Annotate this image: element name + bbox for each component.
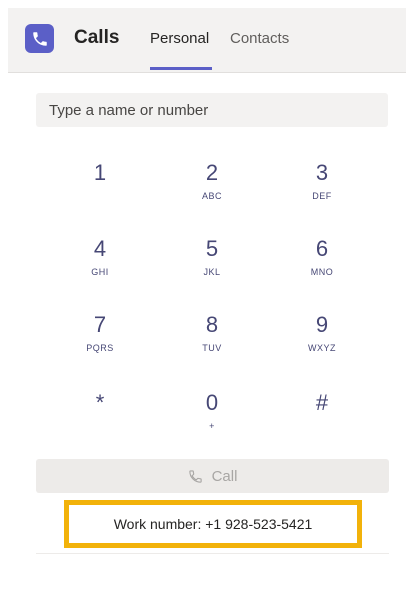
key-letters: PQRS xyxy=(86,343,114,353)
key-digit: 0 xyxy=(205,390,219,415)
key-letters: JKL xyxy=(203,267,221,277)
key-digit: 2 xyxy=(205,160,219,185)
tab-personal[interactable]: Personal xyxy=(150,30,209,47)
key-letters: MNO xyxy=(310,267,334,277)
divider xyxy=(36,553,389,554)
key-digit: * xyxy=(95,390,105,415)
key-digit: 4 xyxy=(93,236,107,261)
search-input[interactable] xyxy=(36,93,388,127)
dialpad-key-hash[interactable]: # xyxy=(282,390,362,450)
phone-icon xyxy=(188,469,202,483)
dialpad-key-2[interactable]: 2 ABC xyxy=(172,160,252,220)
dialpad-key-1[interactable]: 1 xyxy=(60,160,140,220)
dialpad-key-9[interactable]: 9 WXYZ xyxy=(282,312,362,372)
dialpad-key-star[interactable]: * xyxy=(60,390,140,450)
key-letters: ABC xyxy=(201,191,222,201)
key-letters: + xyxy=(209,421,215,431)
work-number: Work number: +1 928-523-5421 xyxy=(64,500,362,548)
key-digit: 8 xyxy=(205,312,219,337)
dialpad-key-7[interactable]: 7 PQRS xyxy=(60,312,140,372)
tab-contacts[interactable]: Contacts xyxy=(230,30,289,47)
key-letters: WXYZ xyxy=(308,343,336,353)
key-digit: 3 xyxy=(315,160,329,185)
dialpad-key-4[interactable]: 4 GHI xyxy=(60,236,140,296)
dialpad-key-6[interactable]: 6 MNO xyxy=(282,236,362,296)
call-button-label: Call xyxy=(211,467,238,485)
key-digit: 5 xyxy=(205,236,219,261)
key-digit: 6 xyxy=(315,236,329,261)
dialpad-key-0[interactable]: 0 + xyxy=(172,390,252,450)
call-button[interactable]: Call xyxy=(36,459,389,493)
key-digit: 7 xyxy=(93,312,107,337)
key-digit: 1 xyxy=(93,160,107,185)
calls-app-icon xyxy=(25,24,54,53)
dialpad-key-8[interactable]: 8 TUV xyxy=(172,312,252,372)
key-digit: # xyxy=(315,390,329,415)
calls-panel: Calls Personal Contacts 1 2 ABC 3 DEF 4 … xyxy=(8,8,406,588)
dialpad-key-3[interactable]: 3 DEF xyxy=(282,160,362,220)
key-digit: 9 xyxy=(315,312,329,337)
phone-icon xyxy=(32,31,47,46)
app-title: Calls xyxy=(74,27,120,48)
key-letters: DEF xyxy=(312,191,332,201)
active-tab-indicator xyxy=(150,67,212,70)
key-letters: GHI xyxy=(91,267,109,277)
calls-header: Calls Personal Contacts xyxy=(8,8,406,73)
key-letters: TUV xyxy=(202,343,222,353)
dialpad-key-5[interactable]: 5 JKL xyxy=(172,236,252,296)
